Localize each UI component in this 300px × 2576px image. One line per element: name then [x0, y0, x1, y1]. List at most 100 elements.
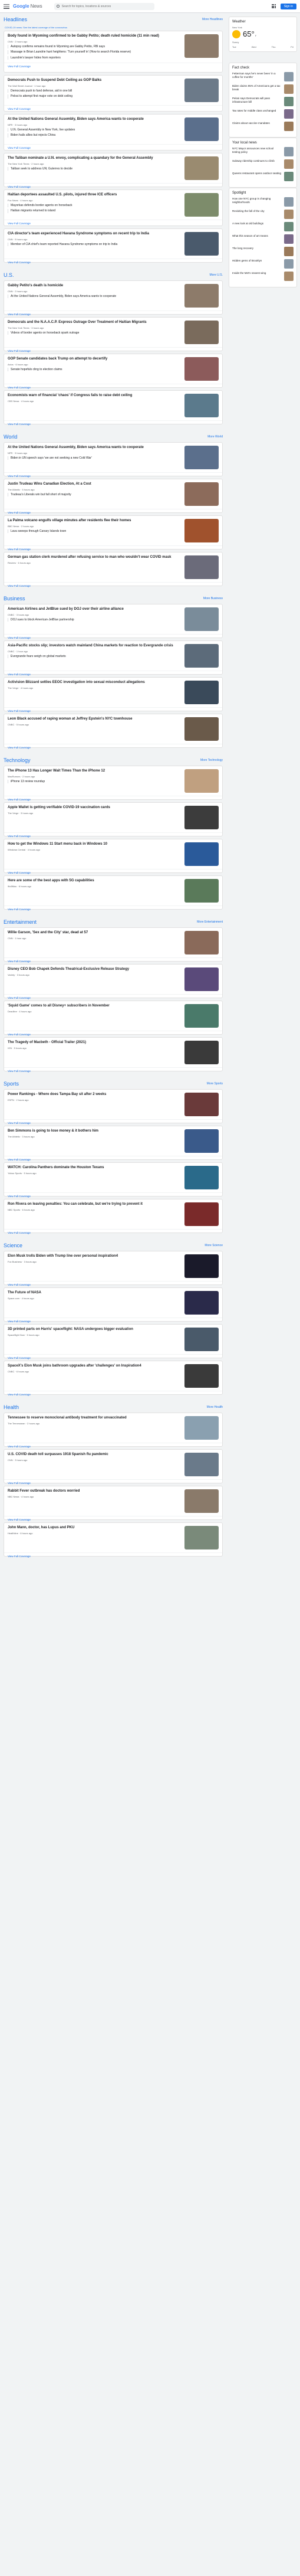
story-headline[interactable]: Gabby Petito's death is homicide — [8, 284, 181, 289]
google-news-logo[interactable]: Google News — [13, 4, 42, 9]
story-thumbnail[interactable] — [184, 34, 219, 58]
spotlight-thumbnail[interactable] — [284, 247, 294, 256]
story-thumbnail[interactable] — [184, 79, 219, 102]
spotlight-item[interactable]: How one NYC group is changing neighborho… — [232, 197, 294, 207]
story-headline[interactable]: John Mann, doctor, has Lupus and PKU — [8, 1526, 181, 1531]
story-thumbnail[interactable] — [184, 284, 219, 308]
story-headline[interactable]: Disney CEO Bob Chapek Defends Theatrical… — [8, 967, 181, 972]
story-thumbnail[interactable] — [184, 193, 219, 217]
story-headline[interactable]: Rabbit Fever outbreak has doctors worrie… — [8, 1489, 181, 1494]
spotlight-item-text[interactable]: Hidden gems of Brooklyn — [232, 259, 282, 269]
story-thumbnail[interactable] — [184, 1453, 219, 1476]
section-more-link[interactable]: More U.S. — [209, 273, 223, 277]
story-thumbnail[interactable] — [184, 482, 219, 506]
story-thumbnail[interactable] — [184, 555, 219, 579]
story-headline[interactable]: 3D printed parts on Harris' spaceflight:… — [8, 1328, 181, 1332]
story-headline[interactable]: SpaceX's Elon Musk joins bathroom upgrad… — [8, 1364, 181, 1369]
weather-unit[interactable]: F — [255, 34, 256, 37]
section-title[interactable]: Science — [4, 1243, 22, 1248]
local-news-item[interactable]: Queens restaurant opens outdoor seating — [232, 172, 294, 181]
section-title[interactable]: U.S. — [4, 272, 14, 278]
spotlight-item-text[interactable]: What this season of art means — [232, 234, 282, 244]
story-thumbnail[interactable] — [184, 967, 219, 991]
spotlight-item-text[interactable]: A new look at old buildings — [232, 222, 282, 231]
spotlight-thumbnail[interactable] — [284, 197, 294, 207]
story-headline[interactable]: Elon Musk trolls Biden with Trump line o… — [8, 1254, 181, 1259]
related-story[interactable]: Laundrie's lawyer hides from reporters — [8, 55, 181, 60]
story-thumbnail[interactable] — [184, 232, 219, 256]
menu-icon[interactable] — [4, 4, 9, 9]
fact-check-item[interactable]: Fetterman says he's never been 'in a cof… — [232, 72, 294, 81]
story-headline[interactable]: The Tragedy of Macbeth - Official Traile… — [8, 1041, 181, 1045]
story-thumbnail[interactable] — [184, 681, 219, 704]
spotlight-item[interactable]: A new look at old buildings — [232, 222, 294, 231]
story-thumbnail[interactable] — [184, 1364, 219, 1388]
fact-check-thumbnail[interactable] — [284, 72, 294, 81]
story-thumbnail[interactable] — [184, 1041, 219, 1064]
related-story[interactable]: DOJ sues to block American-JetBlue partn… — [8, 617, 181, 622]
spotlight-item-text[interactable]: Revisiting the fall of the city — [232, 210, 282, 219]
spotlight-thumbnail[interactable] — [284, 210, 294, 219]
spotlight-item[interactable]: Inside the Met's newest wing — [232, 272, 294, 281]
story-thumbnail[interactable] — [184, 1202, 219, 1226]
section-title[interactable]: Business — [4, 596, 25, 601]
fact-check-item-text[interactable]: Tax rates for middle class unchanged — [232, 109, 282, 119]
related-story[interactable]: Haitian migrants returned to island — [8, 209, 181, 213]
related-story[interactable]: Massage in Brian Laundrie hunt heightens… — [8, 50, 181, 54]
section-more-link[interactable]: More Business — [203, 597, 223, 600]
full-coverage-link[interactable]: View Full Coverage — [4, 63, 222, 71]
story-thumbnail[interactable] — [184, 357, 219, 381]
related-story[interactable]: Taliban seek to address UN; Guterres to … — [8, 166, 181, 171]
related-story[interactable]: Senate hopefuls cling to election claims — [8, 367, 181, 372]
story-headline[interactable]: American Airlines and JetBlue sued by DO… — [8, 607, 181, 612]
spotlight-item[interactable]: The long recovery — [232, 247, 294, 256]
story-headline[interactable]: CIA director's team experienced Havana S… — [8, 232, 181, 237]
story-thumbnail[interactable] — [184, 117, 219, 141]
local-news-item-text[interactable]: Queens restaurant opens outdoor seating — [232, 172, 282, 181]
local-news-item-text[interactable]: Subway ridership continues to climb — [232, 159, 282, 169]
story-headline[interactable]: Leon Black accused of raping woman at Je… — [8, 717, 181, 722]
section-title[interactable]: Headlines — [4, 17, 27, 22]
story-headline[interactable]: U.S. COVID death toll surpasses 1918 Spa… — [8, 1453, 181, 1457]
search-bar[interactable] — [54, 2, 154, 10]
section-more-link[interactable]: More Science — [205, 1244, 223, 1247]
story-headline[interactable]: Apple Wallet is getting verifiable COVID… — [8, 806, 181, 810]
search-input[interactable] — [61, 4, 150, 8]
section-more-link[interactable]: More Health — [207, 1405, 223, 1409]
related-story[interactable]: Pelosi to attempt first major vote on de… — [8, 94, 181, 99]
story-headline[interactable]: GOP Senate candidates back Trump on atte… — [8, 357, 181, 362]
story-thumbnail[interactable] — [184, 607, 219, 631]
story-headline[interactable]: Power Rankings - Where does Tampa Bay si… — [8, 1093, 181, 1097]
full-coverage-link[interactable]: View Full Coverage — [4, 220, 222, 228]
related-story[interactable]: At the United Nations General Assembly, … — [8, 294, 181, 299]
story-headline[interactable]: 'Squid Game' comes to all Disney+ subscr… — [8, 1004, 181, 1009]
story-thumbnail[interactable] — [184, 1166, 219, 1189]
story-thumbnail[interactable] — [184, 1004, 219, 1028]
story-headline[interactable]: The Taliban nominate a U.N. envoy, compl… — [8, 156, 181, 161]
local-news-item[interactable]: NYC Mayor announces new school testing p… — [232, 147, 294, 156]
story-thumbnail[interactable] — [184, 879, 219, 903]
fact-check-item[interactable]: Pelosi says Democrats will pass infrastr… — [232, 97, 294, 106]
story-thumbnail[interactable] — [184, 321, 219, 344]
story-headline[interactable]: Ben Simmons is going to lose money & it … — [8, 1129, 181, 1134]
story-thumbnail[interactable] — [184, 1093, 219, 1116]
section-title[interactable]: Technology — [4, 757, 31, 763]
fact-check-thumbnail[interactable] — [284, 97, 294, 106]
full-coverage-link[interactable]: View Full Coverage — [4, 259, 222, 267]
story-thumbnail[interactable] — [184, 1254, 219, 1278]
story-thumbnail[interactable] — [184, 394, 219, 417]
spotlight-item[interactable]: Hidden gems of Brooklyn — [232, 259, 294, 269]
story-headline[interactable]: Democrats and the N.A.A.C.P. Express Out… — [8, 321, 181, 325]
story-headline[interactable]: The Future of NASA — [8, 1291, 181, 1296]
related-story[interactable]: Member of CIA chief's team reported Hava… — [8, 242, 181, 247]
full-coverage-link[interactable]: View Full Coverage — [4, 105, 222, 113]
spotlight-thumbnail[interactable] — [284, 259, 294, 269]
full-coverage-link[interactable]: View Full Coverage — [4, 420, 222, 429]
full-coverage-link[interactable]: View Full Coverage — [4, 1391, 222, 1399]
fact-check-item-text[interactable]: Pelosi says Democrats will pass infrastr… — [232, 97, 282, 106]
sign-in-button[interactable]: Sign in — [280, 3, 296, 9]
section-more-link[interactable]: More Headlines — [202, 18, 223, 21]
spotlight-item-text[interactable]: Inside the Met's newest wing — [232, 272, 282, 281]
related-story[interactable]: Autopsy confirms remains found in Wyomin… — [8, 44, 181, 49]
story-thumbnail[interactable] — [184, 1328, 219, 1351]
